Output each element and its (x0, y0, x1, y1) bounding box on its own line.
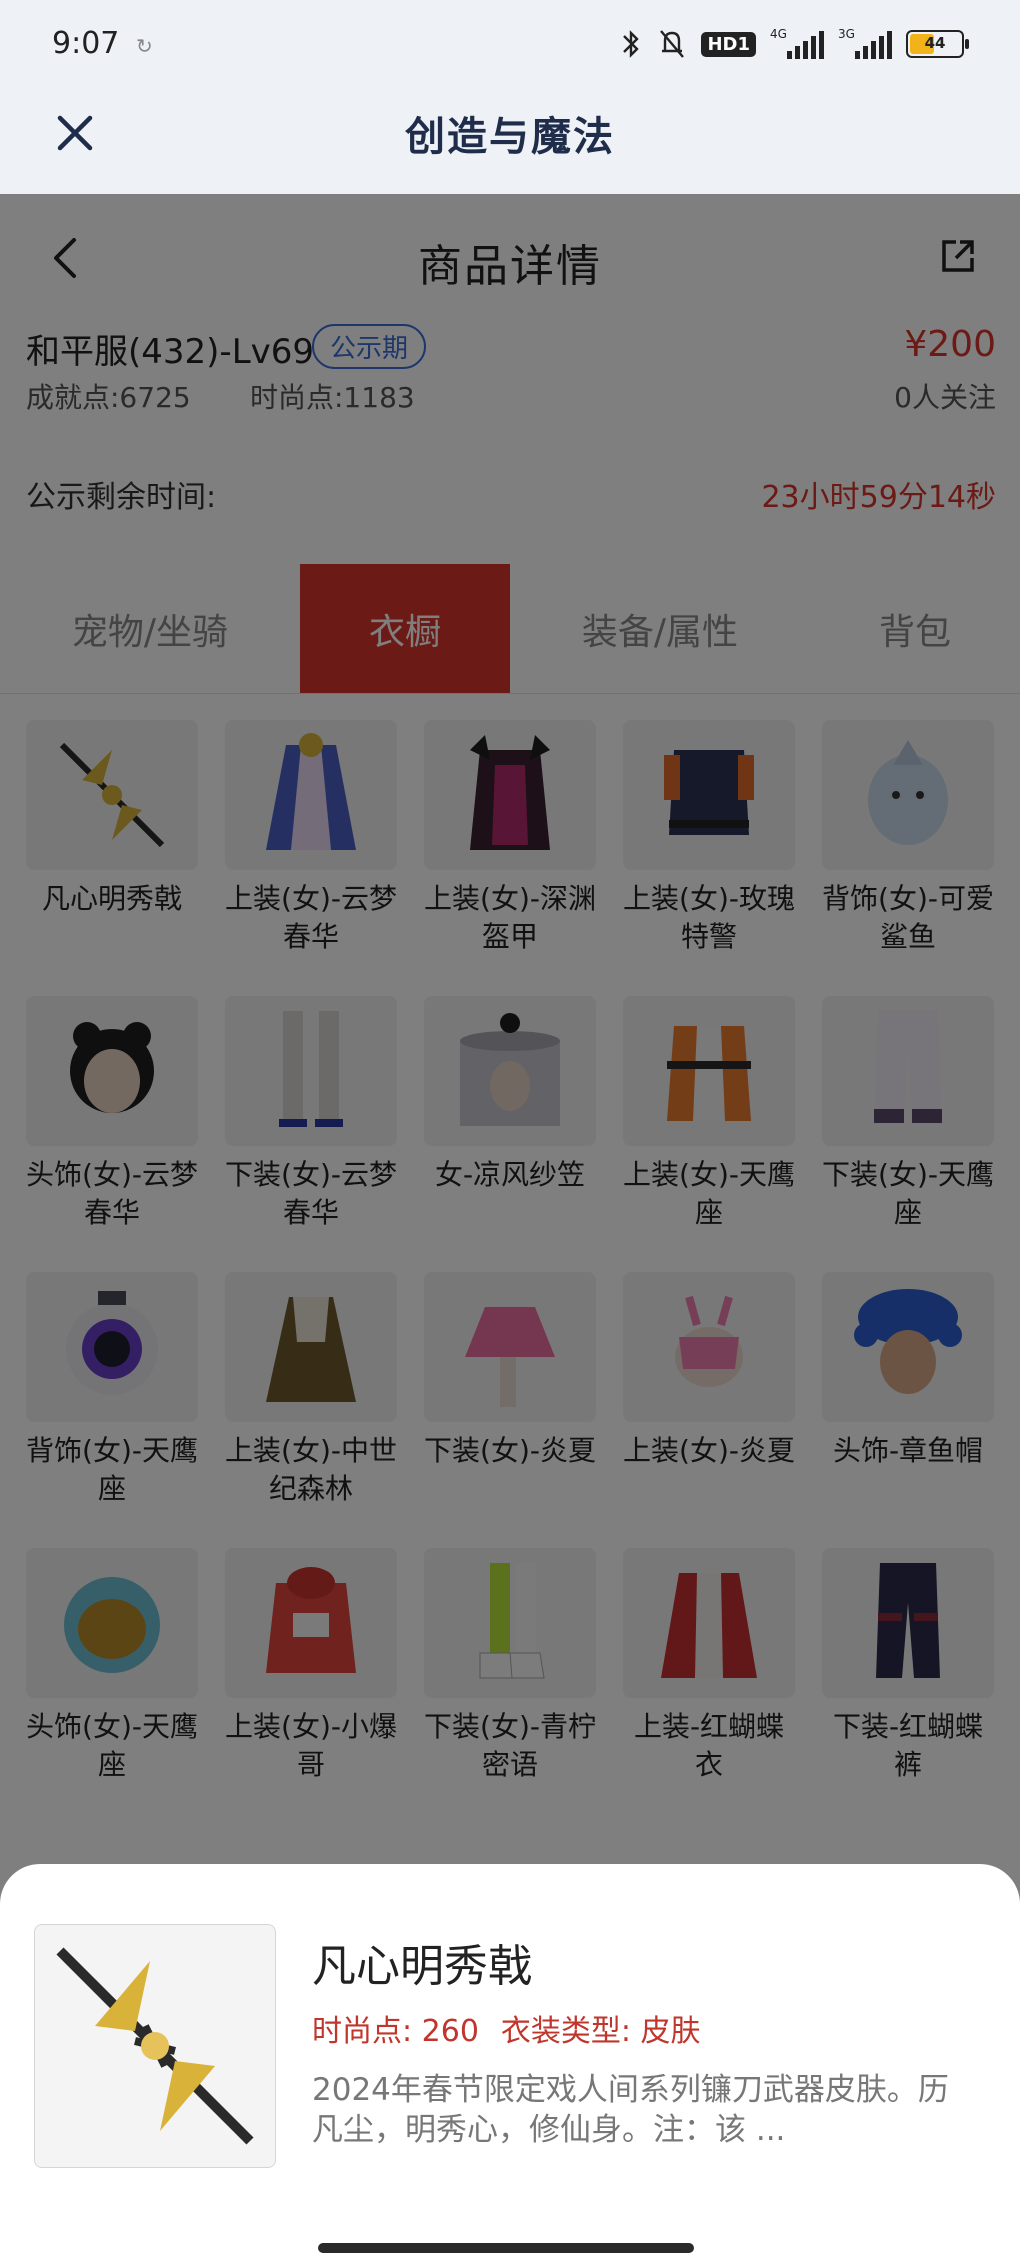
item-detail-sheet: 凡心明秀戟 时尚点: 260 衣装类型: 皮肤 2024年春节限定戏人间系列镰刀… (0, 1864, 1020, 2267)
home-indicator[interactable] (318, 2243, 694, 2253)
status-icons: HD1 4G 3G 44 (619, 24, 969, 64)
halberd-icon (34, 1924, 276, 2168)
sheet-fashion-points: 时尚点: 260 (312, 2014, 479, 2049)
sync-icon: ↻ (136, 34, 153, 58)
battery-level: 44 (924, 34, 946, 52)
app-title: 创造与魔法 (405, 114, 615, 160)
status-bar: 9:07 ↻ HD1 4G 3G 44 (0, 0, 1020, 88)
bluetooth-icon (623, 30, 640, 58)
signal-3g-icon: 3G (838, 27, 892, 61)
app-bar: 创造与魔法 (0, 88, 1020, 194)
sheet-item-meta: 时尚点: 260 衣装类型: 皮肤 (312, 2006, 701, 2050)
status-time: 9:07 (52, 26, 120, 61)
bell-muted-icon (660, 30, 685, 58)
sheet-item-name: 凡心明秀戟 (312, 1941, 532, 1992)
battery-icon: 44 (906, 30, 969, 58)
sheet-item-type: 衣装类型: 皮肤 (500, 2014, 701, 2049)
hd-badge: HD1 (701, 31, 756, 57)
sheet-item-description: 2024年春节限定戏人间系列镰刀武器皮肤。历凡尘，明秀心，修仙身。注：该 ... (312, 2072, 949, 2148)
signal-4g-icon: 4G (770, 27, 824, 61)
